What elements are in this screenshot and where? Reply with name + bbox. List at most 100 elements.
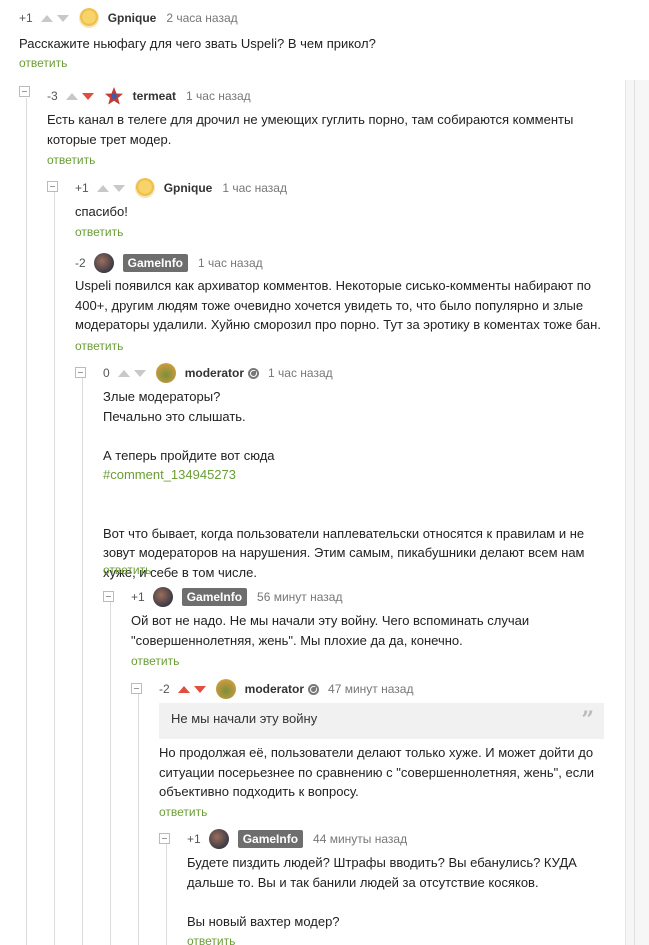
username[interactable]: GameInfo	[237, 830, 304, 848]
comment-time[interactable]: 56 минут назад	[257, 590, 342, 604]
reply-button[interactable]: ответить	[103, 563, 151, 577]
comment-time[interactable]: 1 час назад	[222, 181, 287, 195]
downvote-icon[interactable]	[133, 369, 146, 377]
username[interactable]: GameInfo	[122, 254, 189, 272]
thread-line-6	[166, 844, 167, 945]
reply-button[interactable]: ответить	[131, 654, 179, 668]
comment-text-line: Но продолжая её, пользователи делают тол…	[159, 745, 594, 760]
comment-text-line: Будете пиздить людей? Штрафы вводить? Вы…	[187, 855, 577, 870]
avatar[interactable]	[134, 178, 155, 198]
collapse-toggle[interactable]	[47, 181, 58, 192]
username[interactable]: Gpnique	[164, 181, 213, 195]
comment-time[interactable]: 47 минут назад	[328, 682, 413, 696]
comment-header: +1 Gpnique 1 час назад	[75, 178, 287, 198]
comment-text-line: Вот что бывает, когда пользователи напле…	[103, 525, 585, 541]
username[interactable]: GameInfo	[181, 588, 248, 606]
avatar[interactable]	[215, 679, 236, 699]
upvote-icon[interactable]	[96, 184, 109, 192]
reply-button[interactable]: ответить	[75, 225, 123, 239]
comment-text-line: хуже, и себе в том числе.	[103, 564, 257, 580]
thread-line-2	[54, 190, 55, 945]
moderator-icon	[308, 683, 320, 695]
avatar[interactable]	[93, 253, 114, 273]
collapse-toggle[interactable]	[19, 86, 30, 97]
comment-text-line: А теперь пройдите вот сюда	[103, 447, 275, 463]
scrollbar[interactable]	[625, 80, 649, 945]
comment-time[interactable]: 2 часа назад	[166, 11, 237, 25]
downvote-icon[interactable]	[81, 92, 94, 100]
comment-text-line: объективно подходить к вопросу.	[159, 784, 359, 799]
comment-body: Ой вот не надо. Не мы начали эту войну. …	[131, 611, 529, 650]
collapse-toggle[interactable]	[159, 833, 170, 844]
reply-button[interactable]: ответить	[159, 805, 207, 819]
reply-button[interactable]: ответить	[75, 339, 123, 353]
comment-body: спасибо!	[75, 202, 128, 222]
downvote-icon[interactable]	[193, 685, 206, 693]
avatar[interactable]	[155, 363, 176, 383]
comment-link[interactable]: #comment_134945273	[103, 465, 585, 485]
comment-score: +1	[19, 11, 33, 25]
comment-text-line: ситуации посерьезнее по сравнению с "сов…	[159, 764, 595, 780]
reply-button[interactable]: ответить	[187, 934, 235, 945]
collapse-toggle[interactable]	[131, 683, 142, 694]
vote-controls	[117, 369, 146, 377]
comment-score: 0	[103, 366, 110, 380]
comment-time[interactable]: 1 час назад	[186, 89, 251, 103]
upvote-icon[interactable]	[117, 369, 130, 377]
collapse-toggle[interactable]	[103, 591, 114, 602]
vote-controls	[40, 14, 69, 22]
comment-time[interactable]: 44 минуты назад	[313, 832, 407, 846]
comment-header: +1 GameInfo 56 минут назад	[131, 587, 342, 607]
reply-button[interactable]: ответить	[47, 153, 95, 167]
comment-body: Но продолжая её, пользователи делают тол…	[159, 743, 594, 802]
thread-line-3	[82, 378, 83, 945]
collapse-toggle[interactable]	[75, 367, 86, 378]
comment-text-line: спасибо!	[75, 204, 128, 219]
comment-text-line: 400+, другим людям тоже очевидно хочется…	[75, 297, 584, 313]
comment-body: Есть канал в телеге для дрочил не умеющи…	[47, 110, 573, 149]
comment-score: -2	[159, 682, 170, 696]
comment-text-line: Печально это слышать.	[103, 408, 246, 424]
username[interactable]: moderator	[185, 366, 244, 380]
comment-text-line: модераторы удалили. Хуйню сморозил про п…	[75, 317, 601, 332]
comment-score: +1	[75, 181, 89, 195]
upvote-icon[interactable]	[65, 92, 78, 100]
comment-text-line: которые трет модер.	[47, 131, 172, 147]
comment-time[interactable]: 1 час назад	[268, 366, 333, 380]
comment-header: -2 moderator 47 минут назад	[159, 679, 413, 699]
comment-body: Будете пиздить людей? Штрафы вводить? Вы…	[187, 853, 577, 931]
comment-text-line: дальше то. Вы и так банили людей за отсу…	[187, 874, 539, 890]
thread-line-4	[110, 602, 111, 945]
avatar[interactable]	[103, 86, 124, 106]
upvote-icon[interactable]	[40, 14, 53, 22]
reply-button[interactable]: ответить	[19, 56, 67, 70]
comment-text-line: "совершеннолетняя, жень". Мы плохие да д…	[131, 632, 463, 648]
avatar[interactable]	[152, 587, 173, 607]
quote-icon: ”	[581, 707, 594, 733]
comment-body: Злые модераторы? Печально это слышать. А…	[103, 387, 585, 582]
upvote-icon[interactable]	[177, 685, 190, 693]
comment-text-line: Uspeli появился как архиватор комментов.…	[75, 278, 592, 293]
comment-header: -3 termeat 1 час назад	[47, 86, 251, 106]
comment-text-line: Есть канал в телеге для дрочил не умеющи…	[47, 112, 574, 127]
comment-header: +1 Gpnique 2 часа назад	[19, 8, 238, 28]
username[interactable]: Gpnique	[108, 11, 157, 25]
comment-text-line: Расскажите ньюфагу для чего звать Uspeli…	[19, 36, 376, 51]
moderator-icon	[248, 367, 260, 379]
avatar[interactable]	[78, 8, 99, 28]
comment-text-line: Злые модераторы?	[103, 389, 221, 404]
username[interactable]: moderator	[245, 682, 304, 696]
downvote-icon[interactable]	[112, 184, 125, 192]
thread-line-1	[26, 98, 27, 945]
vote-controls	[65, 92, 94, 100]
avatar[interactable]	[208, 829, 229, 849]
quote-block: Не мы начали эту войну ”	[159, 703, 604, 739]
comment-body: Uspeli появился как архиватор комментов.…	[75, 276, 601, 335]
comment-score: -2	[75, 256, 86, 270]
comment-body: Расскажите ньюфагу для чего звать Uspeli…	[19, 34, 376, 54]
comment-time[interactable]: 1 час назад	[198, 256, 263, 270]
comment-text-line: Ой вот не надо. Не мы начали эту войну. …	[131, 613, 530, 628]
vote-controls	[96, 184, 125, 192]
downvote-icon[interactable]	[56, 14, 69, 22]
username[interactable]: termeat	[133, 89, 176, 103]
